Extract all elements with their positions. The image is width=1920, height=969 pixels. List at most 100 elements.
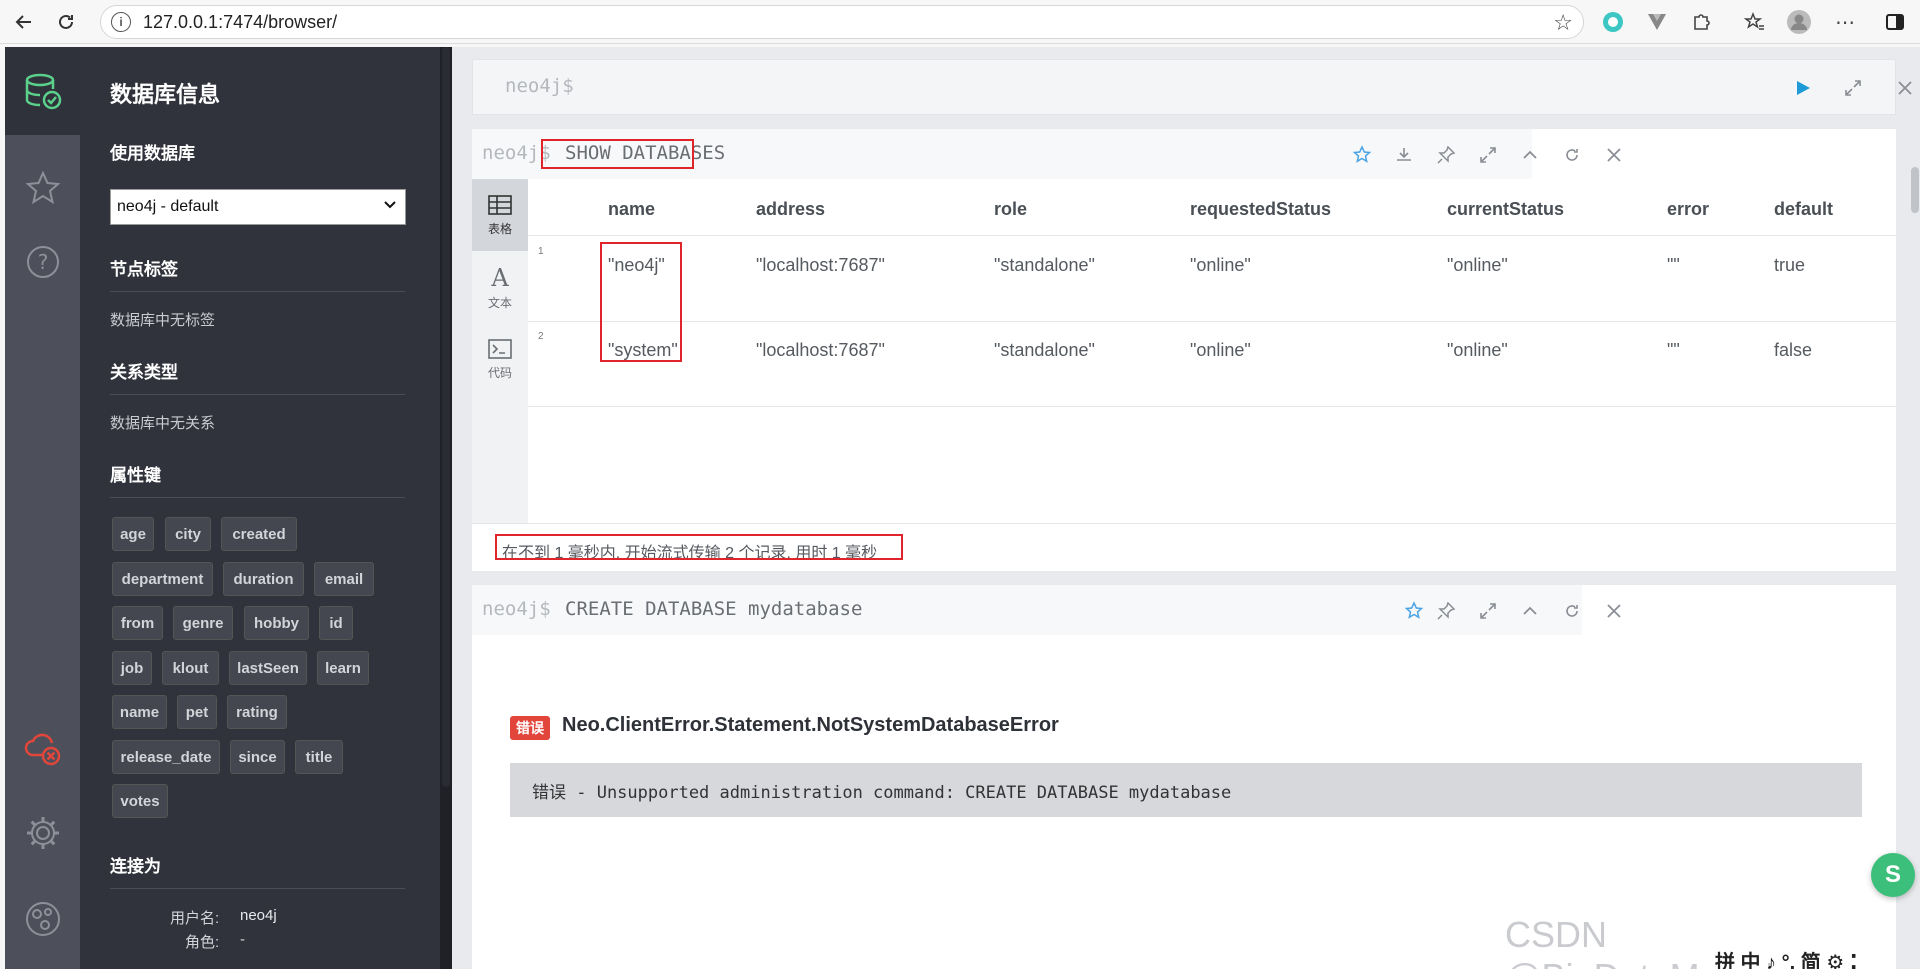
pin-icon[interactable] xyxy=(1434,143,1458,167)
property-key-tag[interactable]: from xyxy=(112,606,163,640)
table-cell: "" xyxy=(1667,340,1680,360)
neo4j-about-icon[interactable] xyxy=(5,899,80,939)
settings-gear-icon[interactable] xyxy=(5,814,80,852)
column-header[interactable]: currentStatus xyxy=(1447,199,1564,220)
highlight-box xyxy=(495,534,903,560)
text-icon: A xyxy=(491,263,509,292)
connected-as-heading: 连接为 xyxy=(110,857,161,876)
table-cell: "online" xyxy=(1190,255,1251,275)
extension-vue-icon[interactable] xyxy=(1642,7,1672,37)
username-label: 用户名: xyxy=(170,910,220,927)
column-header[interactable]: error xyxy=(1667,199,1709,220)
property-key-tag[interactable]: name xyxy=(112,695,167,729)
username-value: neo4j xyxy=(240,907,277,924)
drawer-scrollbar-thumb[interactable] xyxy=(442,47,450,787)
favorites-icon[interactable] xyxy=(1740,7,1770,37)
more-menu-icon[interactable]: ⋯ xyxy=(1830,7,1860,37)
column-header[interactable]: name xyxy=(608,199,655,220)
close-icon[interactable] xyxy=(1893,76,1917,100)
bookmark-star-icon[interactable]: ☆ xyxy=(1553,10,1573,36)
divider xyxy=(110,888,405,889)
close-icon[interactable] xyxy=(1602,599,1626,623)
property-key-tag[interactable]: created xyxy=(221,517,297,551)
close-icon[interactable] xyxy=(1602,143,1626,167)
browser-toolbar: i 127.0.0.1:7474/browser/ ☆ ⋯ xyxy=(0,0,1920,44)
property-key-tag[interactable]: klout xyxy=(162,651,219,685)
stream-scrollbar-thumb[interactable] xyxy=(1911,167,1919,213)
ime-toolbar[interactable]: 拼 中 ♪ °, 简 ⚙ ⁚ xyxy=(1715,946,1857,969)
rerun-icon[interactable] xyxy=(1560,599,1584,623)
property-key-tag[interactable]: since xyxy=(230,740,285,774)
tab-table[interactable]: 表格 xyxy=(472,179,528,251)
property-key-tag[interactable]: duration xyxy=(223,562,304,596)
drawer-scrollbar[interactable] xyxy=(440,47,452,969)
property-key-tag[interactable]: title xyxy=(295,740,343,774)
property-key-tag[interactable]: learn xyxy=(317,651,369,685)
result-frame-show-databases: neo4j$ SHOW DATABASES 表格 A 文本 代码 name ad… xyxy=(472,129,1896,571)
extensions-puzzle-icon[interactable] xyxy=(1686,7,1716,37)
frame-command: CREATE DATABASE mydatabase xyxy=(565,598,863,620)
divider xyxy=(110,394,405,395)
property-key-tag[interactable]: id xyxy=(319,606,353,640)
column-header[interactable]: requestedStatus xyxy=(1190,199,1331,220)
column-header[interactable]: default xyxy=(1774,199,1833,220)
collapse-chevron-up-icon[interactable] xyxy=(1518,599,1542,623)
table-cell: "online" xyxy=(1190,340,1251,360)
reload-icon[interactable] xyxy=(48,4,84,40)
property-key-tag[interactable]: release_date xyxy=(112,740,220,774)
favorite-star-icon[interactable] xyxy=(1350,143,1374,167)
divider xyxy=(528,235,1896,236)
table-icon xyxy=(488,194,512,215)
tab-code[interactable]: 代码 xyxy=(472,323,528,395)
use-database-heading: 使用数据库 xyxy=(110,144,195,163)
back-arrow-icon[interactable] xyxy=(6,4,42,40)
address-bar[interactable]: i 127.0.0.1:7474/browser/ ☆ xyxy=(100,5,1584,39)
error-badge: 错误 xyxy=(510,716,550,740)
drawer-title: 数据库信息 xyxy=(110,82,221,107)
sidebar-toggle-icon[interactable] xyxy=(1880,7,1910,37)
fullscreen-expand-icon[interactable] xyxy=(1476,599,1500,623)
property-key-tag[interactable]: job xyxy=(112,651,152,685)
collapse-chevron-up-icon[interactable] xyxy=(1518,143,1542,167)
table-cell: "online" xyxy=(1447,340,1508,360)
help-icon[interactable]: ? xyxy=(5,244,80,280)
favorite-star-icon[interactable] xyxy=(1402,599,1426,623)
download-icon[interactable] xyxy=(1392,143,1416,167)
run-play-icon[interactable] xyxy=(1791,76,1815,100)
property-key-tag[interactable]: lastSeen xyxy=(229,651,307,685)
column-header[interactable]: address xyxy=(756,199,825,220)
fullscreen-expand-icon[interactable] xyxy=(1476,143,1500,167)
pin-icon[interactable] xyxy=(1434,599,1458,623)
floating-assistant-icon[interactable]: S xyxy=(1871,853,1915,897)
divider xyxy=(472,523,1896,524)
relationship-types-empty: 数据库中无关系 xyxy=(110,415,216,432)
site-info-icon[interactable]: i xyxy=(111,12,131,32)
property-key-tag[interactable]: age xyxy=(112,517,154,551)
database-info-icon[interactable] xyxy=(5,47,80,135)
property-key-tag[interactable]: hobby xyxy=(244,606,309,640)
property-key-tag[interactable]: department xyxy=(112,562,213,596)
row-number: 1 xyxy=(538,246,544,257)
disconnected-database-icon[interactable] xyxy=(5,729,80,769)
property-key-tag[interactable]: city xyxy=(165,517,211,551)
property-key-tag[interactable]: pet xyxy=(177,695,217,729)
divider xyxy=(110,497,405,498)
node-labels-empty: 数据库中无标签 xyxy=(110,312,216,329)
profile-avatar-icon[interactable] xyxy=(1784,7,1814,37)
property-key-tag[interactable]: votes xyxy=(112,784,168,818)
database-select[interactable]: neo4j - default xyxy=(110,189,406,225)
fullscreen-expand-icon[interactable] xyxy=(1841,76,1865,100)
table-cell: "" xyxy=(1667,255,1680,275)
extension-copilot-icon[interactable] xyxy=(1598,7,1628,37)
tab-text[interactable]: A 文本 xyxy=(472,251,528,323)
table-cell: true xyxy=(1774,255,1806,275)
property-keys-heading: 属性键 xyxy=(110,466,161,485)
favorites-star-icon[interactable] xyxy=(5,170,80,206)
property-key-tag[interactable]: email xyxy=(314,562,374,596)
column-header[interactable]: role xyxy=(994,199,1027,220)
property-key-tag[interactable]: rating xyxy=(227,695,287,729)
cypher-editor[interactable]: neo4j$ xyxy=(472,59,1912,115)
rerun-icon[interactable] xyxy=(1560,143,1584,167)
table-cell: false xyxy=(1774,340,1813,360)
property-key-tag[interactable]: genre xyxy=(173,606,233,640)
